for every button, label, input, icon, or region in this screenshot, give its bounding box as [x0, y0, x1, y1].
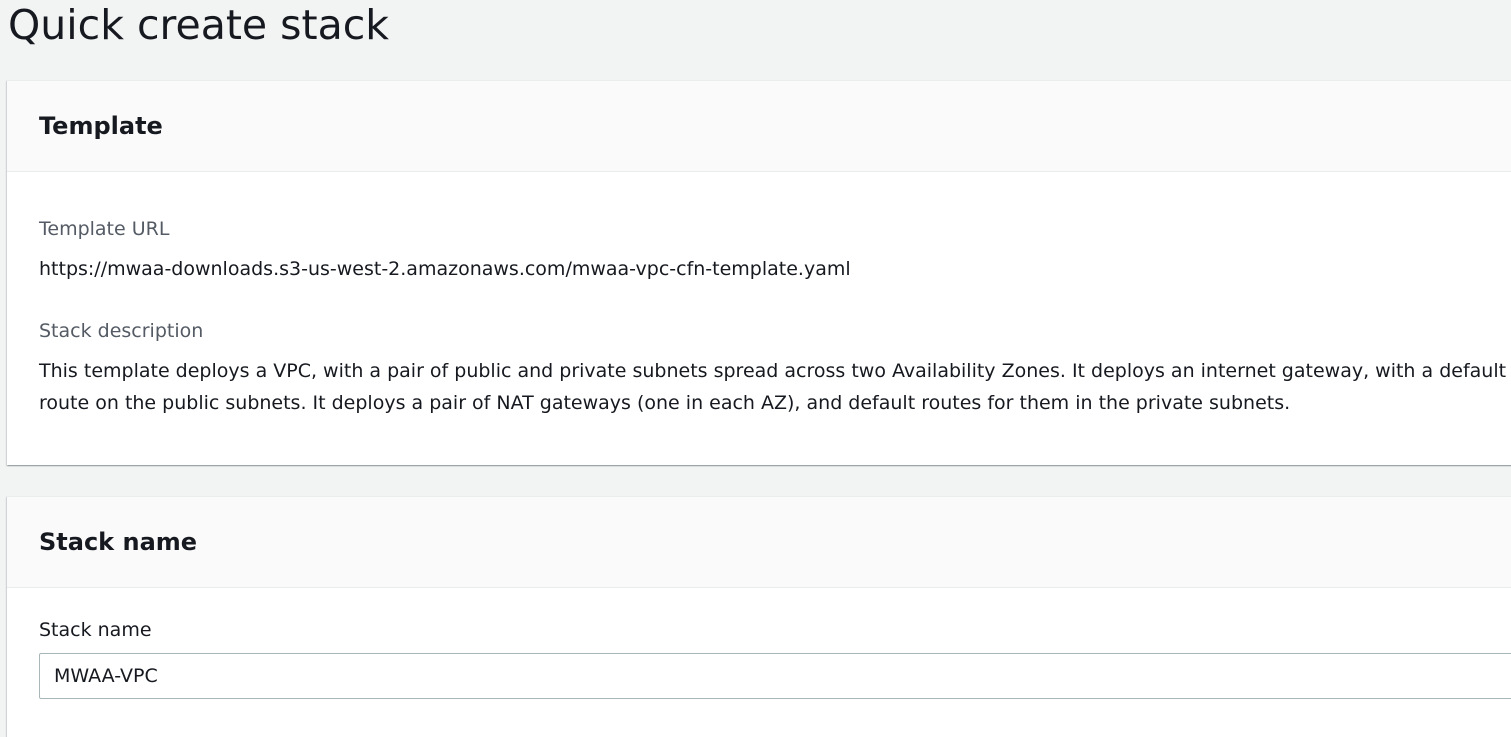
- stack-name-label: Stack name: [39, 619, 152, 641]
- stack-name-panel-title: Stack name: [39, 528, 198, 556]
- page-title: Quick create stack: [8, 1, 389, 49]
- stack-name-panel: Stack name Stack name: [7, 496, 1511, 737]
- template-url-value: https://mwaa-downloads.s3-us-west-2.amaz…: [39, 258, 851, 280]
- template-panel: Template Template URL https://mwaa-downl…: [7, 80, 1511, 465]
- stack-name-input[interactable]: [39, 653, 1511, 699]
- template-panel-header: Template: [7, 81, 1511, 172]
- stack-description-label: Stack description: [39, 320, 204, 342]
- stack-name-panel-header: Stack name: [7, 497, 1511, 588]
- template-panel-title: Template: [39, 112, 163, 140]
- template-url-label: Template URL: [39, 218, 170, 240]
- stack-description-value: This template deploys a VPC, with a pair…: [39, 360, 1507, 414]
